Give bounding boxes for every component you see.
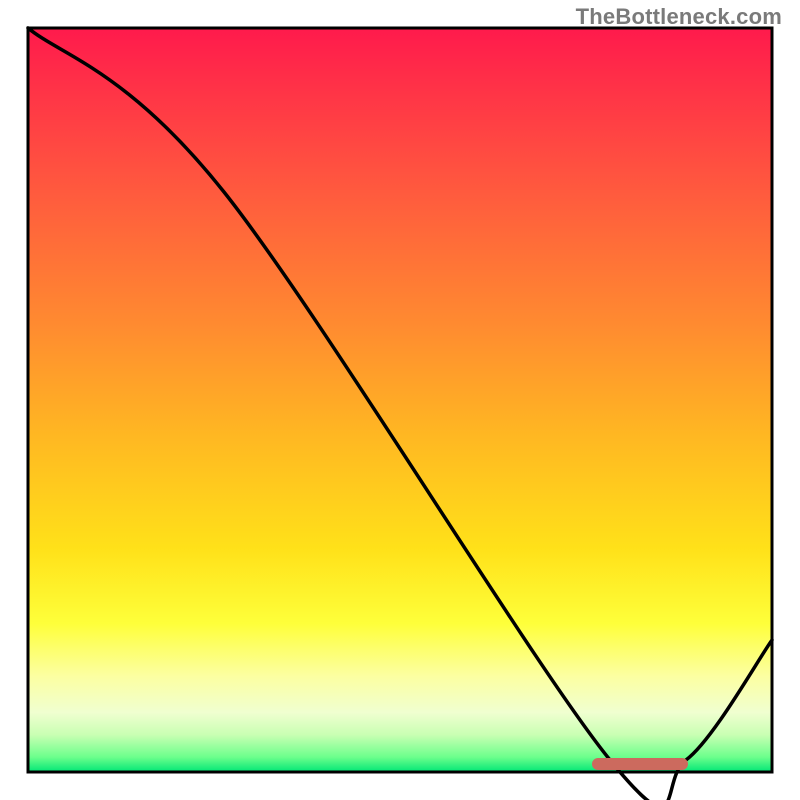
chart-container: TheBottleneck.com: [0, 0, 800, 800]
watermark-text: TheBottleneck.com: [576, 4, 782, 30]
plot-frame: [28, 28, 772, 772]
bottleneck-curve: [28, 28, 772, 800]
curve-overlay: [0, 0, 800, 800]
optimal-range-marker: [592, 758, 688, 770]
